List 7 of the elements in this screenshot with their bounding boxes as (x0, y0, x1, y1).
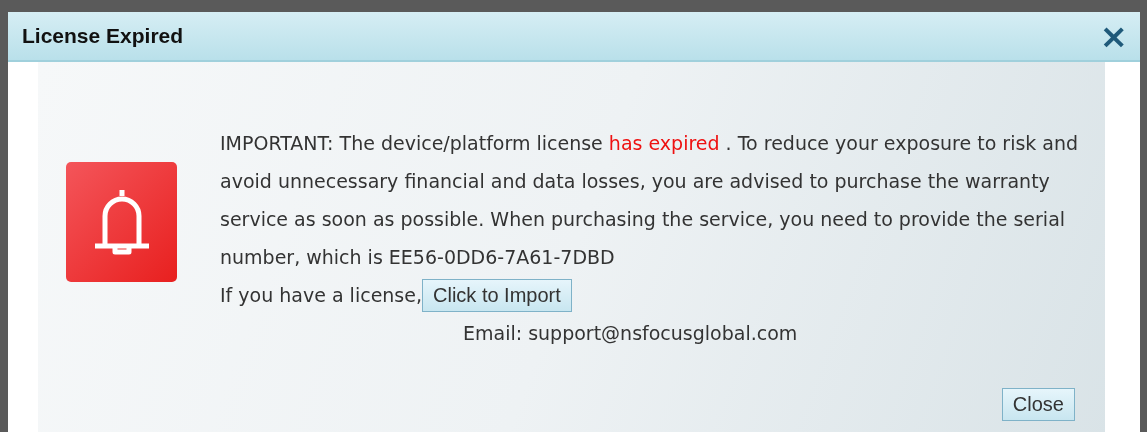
import-prompt: If you have a license, (220, 284, 422, 306)
bell-icon (66, 162, 177, 282)
close-button[interactable]: Close (1001, 388, 1075, 421)
dialog-title: License Expired (22, 24, 184, 48)
import-button[interactable]: Click to Import (422, 278, 572, 312)
support-email: Email: support@nsfocusglobal.com (463, 322, 798, 344)
license-message: IMPORTANT: The device/platform license has expired . To reduce your exposure to risk and avoid unnecessary financial and data losses, you are advised to purchase the warranty service as soon as possible. When purchasing the service, you need to provide the serial number, which is EE56-0DD6-7A61-7DBD (220, 131, 1080, 270)
